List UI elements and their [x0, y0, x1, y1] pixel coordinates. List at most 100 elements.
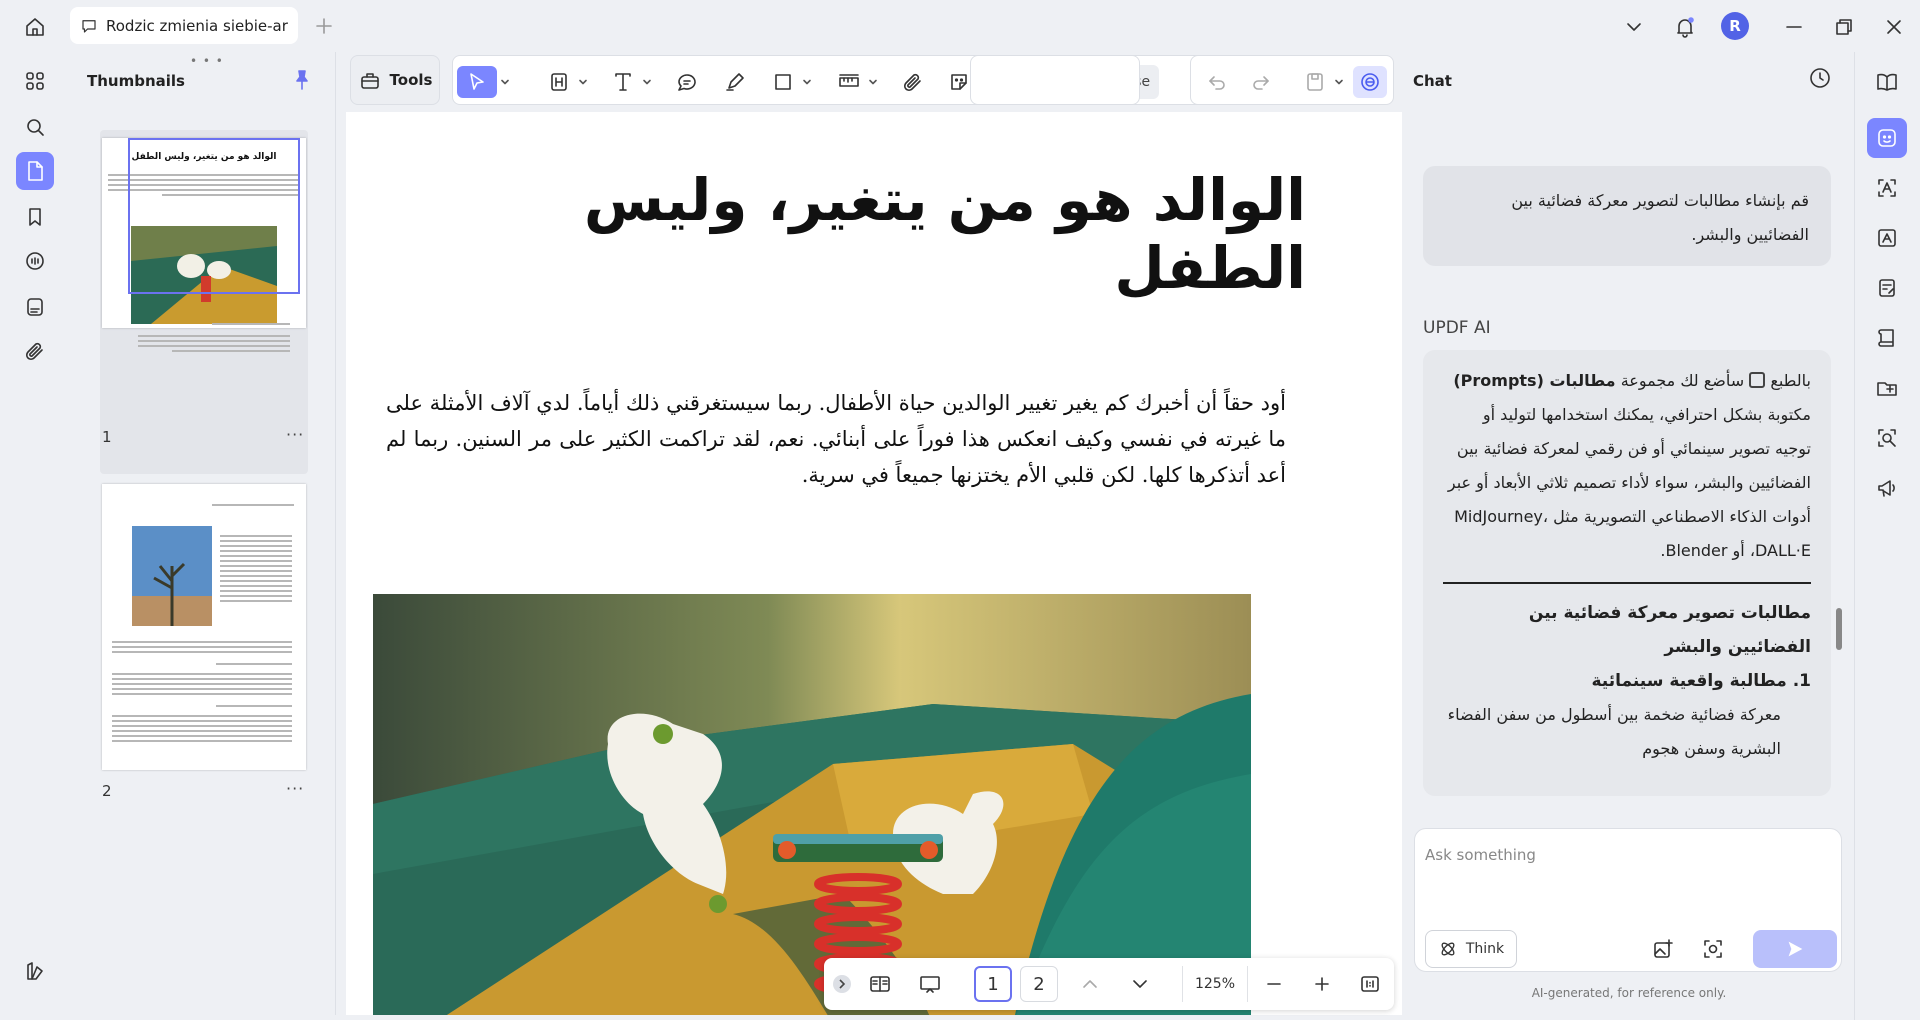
shape-tool-dropdown[interactable]	[799, 66, 815, 98]
paperclip-icon	[903, 73, 921, 92]
thumbnail-page-2-more-button[interactable]: ···	[286, 779, 304, 798]
two-page-icon	[870, 976, 890, 992]
present-button[interactable]	[1867, 468, 1907, 508]
highlight-tool-button[interactable]	[543, 66, 575, 98]
avatar[interactable]: R	[1721, 12, 1749, 40]
attach-tool-button[interactable]	[897, 66, 929, 98]
book-open-icon	[1877, 73, 1897, 91]
undo-button[interactable]	[1201, 66, 1233, 98]
chat-history-button[interactable]	[1808, 66, 1832, 90]
text-tool-button[interactable]	[607, 66, 639, 98]
next-page-button[interactable]	[1126, 968, 1154, 1000]
document-page[interactable]: الوالد هو من يتغير، وليس الطفل أود حقاً …	[346, 112, 1402, 1015]
page-2-button[interactable]: 2	[1020, 966, 1058, 1002]
ai-intro-prefix: بالطبع	[1770, 371, 1811, 390]
highlight-tool-dropdown[interactable]	[575, 66, 591, 98]
page-1-button[interactable]: 1	[974, 966, 1012, 1002]
sticker-icon	[951, 74, 967, 90]
comment-icon	[82, 19, 96, 33]
organize-pages-button[interactable]	[16, 62, 54, 100]
screenshot-button[interactable]	[1701, 937, 1725, 961]
actual-size-button[interactable]	[1356, 968, 1384, 1000]
cursor-icon	[470, 73, 484, 90]
ocr-button[interactable]	[1867, 168, 1907, 208]
notifications-button[interactable]	[1670, 12, 1700, 42]
rectangle-icon	[775, 74, 791, 90]
minimize-button[interactable]	[1779, 12, 1809, 42]
presentation-button[interactable]	[914, 968, 946, 1000]
shape-tool-button[interactable]	[767, 66, 799, 98]
close-window-button[interactable]	[1879, 12, 1909, 42]
thumbnails-button[interactable]	[16, 152, 54, 190]
search-button[interactable]	[16, 108, 54, 146]
reader-mode-button[interactable]	[1867, 62, 1907, 102]
think-button[interactable]: Think	[1425, 930, 1517, 968]
history-tools-group	[970, 55, 1140, 105]
thumbnail-page-1-number: 1	[102, 428, 112, 446]
document-tab[interactable]: Rodzic zmienia siebie-ar	[70, 7, 298, 44]
chat-title: Chat	[1413, 72, 1452, 90]
pencil-icon	[726, 73, 744, 91]
chat-scrollbar[interactable]	[1836, 608, 1842, 650]
bookmarks-button[interactable]	[16, 198, 54, 236]
attachments-button[interactable]	[16, 332, 54, 370]
select-tool-dropdown[interactable]	[497, 66, 513, 98]
previous-page-button[interactable]	[1076, 968, 1104, 1000]
upload-image-button[interactable]	[1651, 937, 1675, 961]
send-button[interactable]	[1753, 930, 1837, 968]
restore-icon	[1836, 19, 1852, 35]
page-navigation-bar: 1 2 125%	[824, 958, 1394, 1010]
restore-button[interactable]	[1829, 12, 1859, 42]
thumbnail-page-2-number: 2	[102, 782, 112, 800]
document-paragraph: أود حقاً أن أخبرك كم يغير تغيير الوالدين…	[386, 391, 1286, 487]
title-bar: Rodzic zmienia siebie-ar R	[0, 0, 1920, 52]
ai-item-1-title: 1. مطالبة واقعية سينمائية	[1591, 671, 1811, 691]
minus-icon	[1267, 983, 1281, 985]
select-tool-button[interactable]	[457, 66, 497, 98]
save-button[interactable]	[1299, 66, 1331, 98]
chevron-down-icon	[1133, 980, 1147, 988]
pencil-tool-button[interactable]	[719, 66, 751, 98]
pin-panel-button[interactable]	[290, 68, 314, 92]
edit-form-button[interactable]	[1867, 268, 1907, 308]
chat-input[interactable]	[1425, 835, 1829, 875]
clock-icon	[1810, 68, 1830, 88]
chevron-down-icon	[501, 79, 509, 85]
thumbnail-page-2[interactable]	[102, 484, 306, 770]
scan-search-button[interactable]	[1867, 418, 1907, 458]
ai-chat-button[interactable]	[1867, 118, 1907, 158]
save-dropdown[interactable]	[1331, 66, 1347, 98]
ai-intro: بالطبع سأضع لك مجموعة مطالبات (Prompts) …	[1443, 364, 1811, 568]
redo-button[interactable]	[1245, 66, 1277, 98]
plus-icon	[316, 18, 332, 34]
home-button[interactable]	[20, 13, 50, 41]
ai-disclaimer: AI-generated, for reference only.	[1531, 986, 1727, 1000]
zoom-in-button[interactable]	[1308, 968, 1336, 1000]
thumbnail-page-1-more-button[interactable]: ···	[286, 425, 304, 444]
form-fields-button[interactable]	[16, 288, 54, 326]
document-title: الوالد هو من يتغير، وليس الطفل	[583, 166, 1306, 302]
tools-button[interactable]: Tools	[350, 55, 440, 105]
ui-settings-button[interactable]	[16, 952, 54, 990]
protect-button[interactable]	[1867, 318, 1907, 358]
batch-button[interactable]	[1867, 368, 1907, 408]
translate-icon	[1878, 229, 1896, 247]
image-plus-icon	[1654, 939, 1673, 958]
collapse-nav-button[interactable]	[832, 968, 852, 1000]
translate-button[interactable]	[1867, 218, 1907, 258]
comment-tool-button[interactable]	[671, 66, 703, 98]
comments-button[interactable]	[16, 242, 54, 280]
measure-tool-button[interactable]	[833, 66, 865, 98]
zoom-out-button[interactable]	[1260, 968, 1288, 1000]
page-layout-button[interactable]	[864, 968, 896, 1000]
panel-resize-grip[interactable]: • • •	[190, 54, 224, 68]
measure-tool-dropdown[interactable]	[865, 66, 881, 98]
right-rail	[1854, 52, 1920, 1020]
send-icon	[1788, 941, 1803, 957]
ai-assistant-button[interactable]	[1353, 66, 1387, 98]
text-tool-dropdown[interactable]	[639, 66, 655, 98]
zoom-level[interactable]: 125%	[1182, 966, 1248, 1002]
tabs-dropdown-button[interactable]	[1619, 12, 1649, 42]
search-icon	[27, 119, 44, 136]
new-tab-button[interactable]	[312, 14, 336, 38]
